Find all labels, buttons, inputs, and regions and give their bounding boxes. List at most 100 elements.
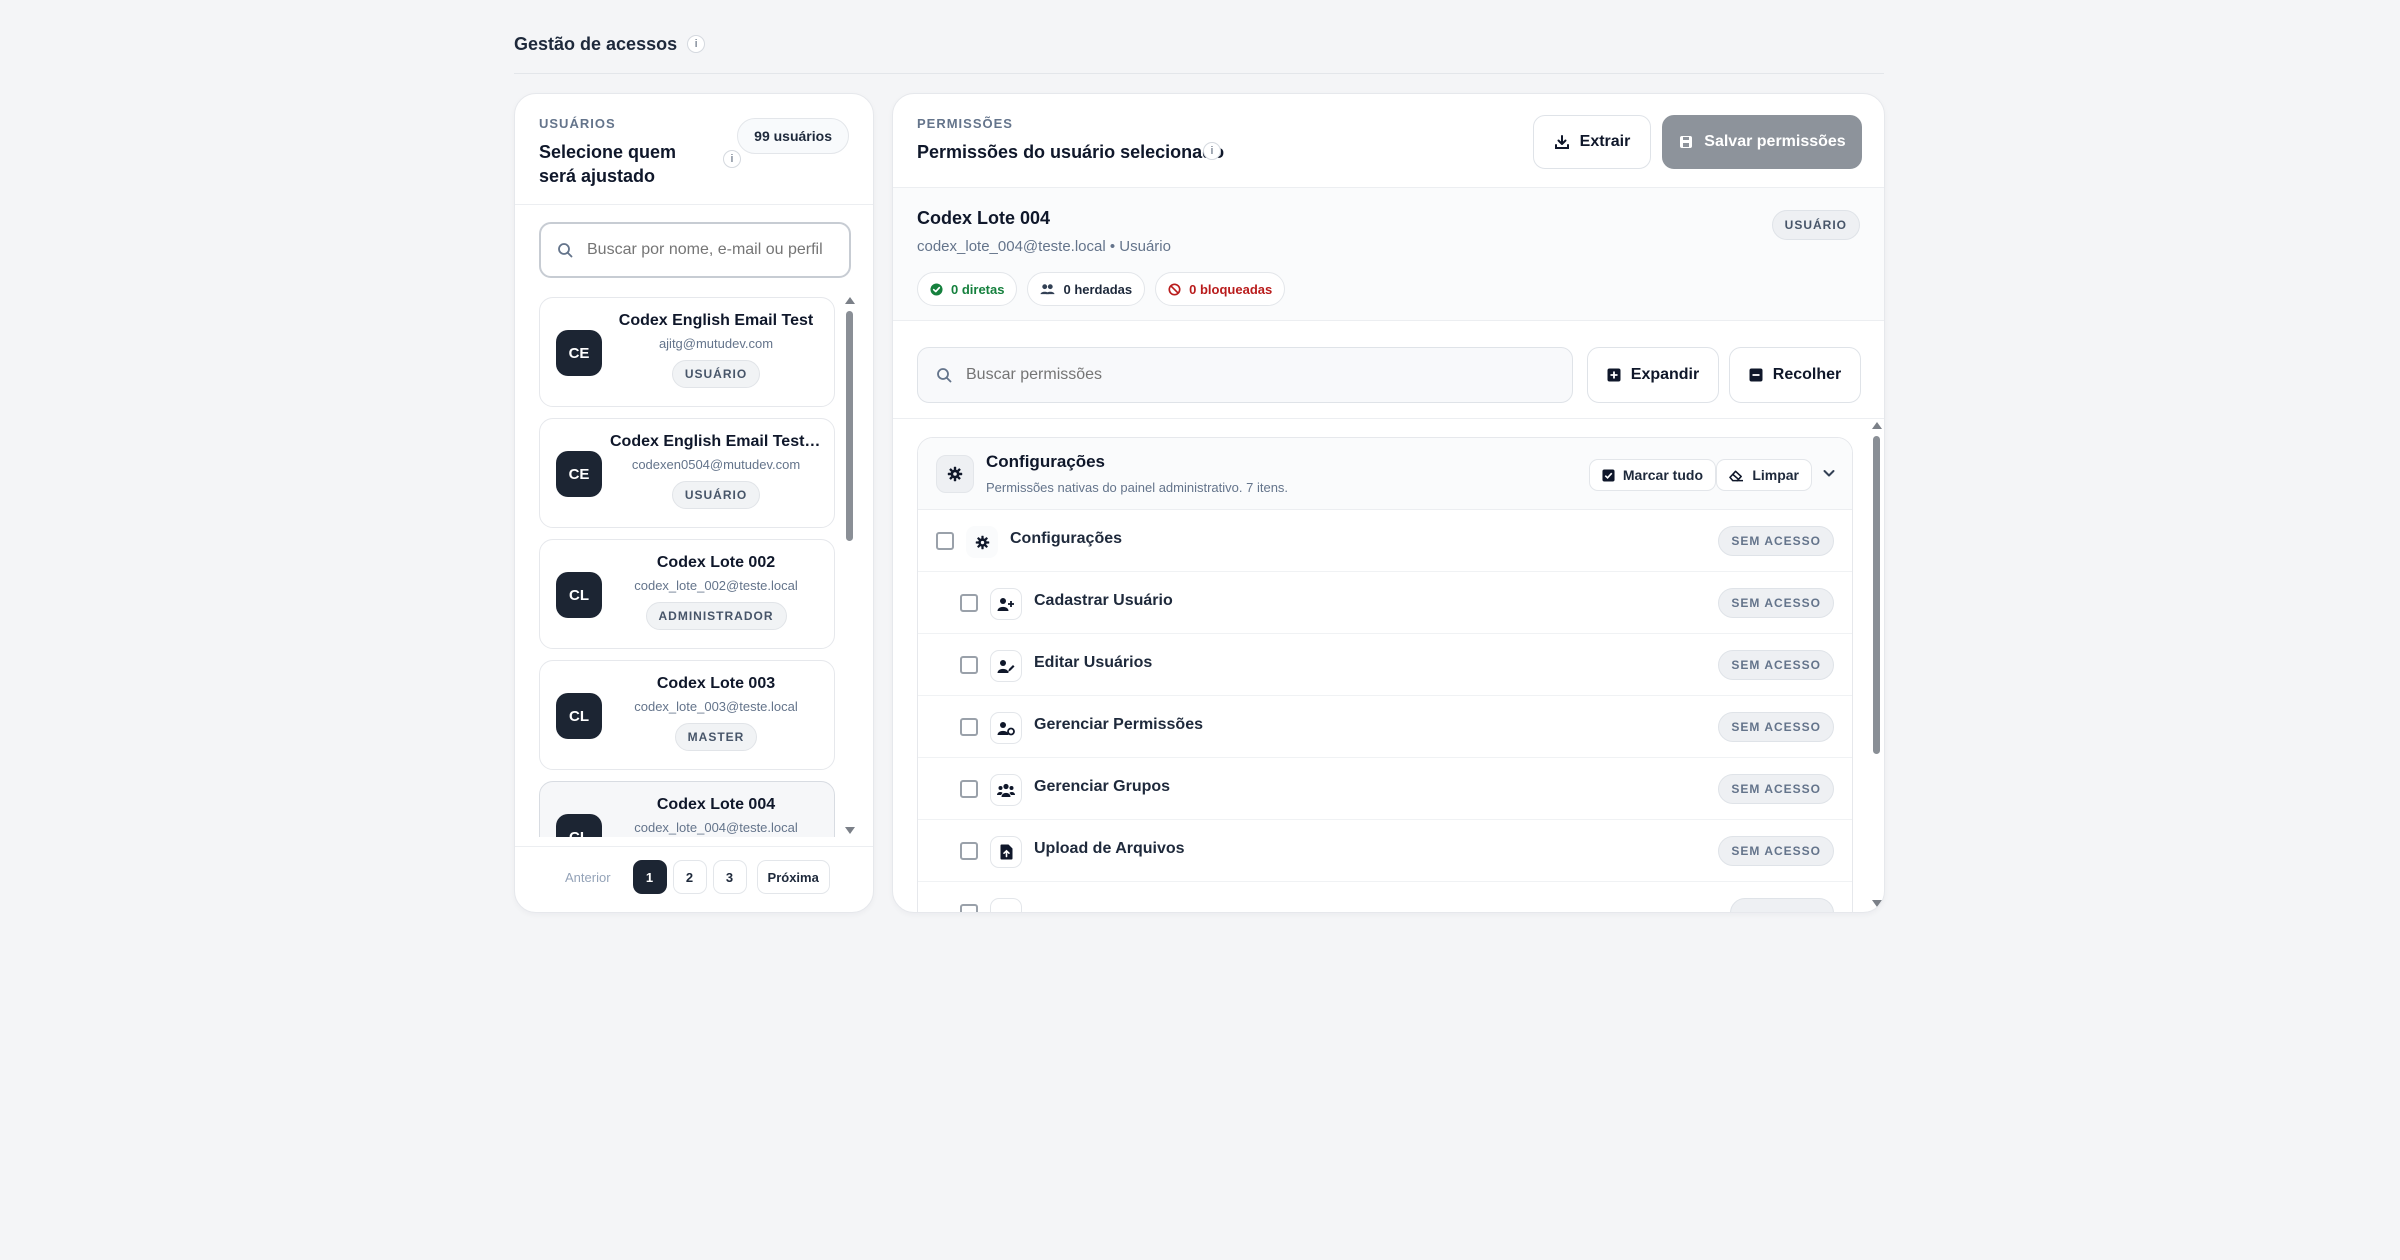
- users-search-field[interactable]: [539, 222, 851, 278]
- extract-button[interactable]: Extrair: [1533, 115, 1651, 169]
- user-email: codex_lote_004@teste.local: [634, 820, 798, 835]
- scroll-thumb[interactable]: [1873, 436, 1880, 754]
- role-badge: MASTER: [674, 723, 758, 751]
- permissions-scrollbar[interactable]: [1871, 422, 1882, 910]
- save-icon: [1680, 136, 1693, 148]
- minus-square-icon: [1749, 368, 1763, 382]
- selected-user-name: Codex Lote 004: [917, 208, 1051, 228]
- permissions-tree: Configurações Permissões nativas do pain…: [917, 437, 1853, 912]
- scroll-down-arrow-icon[interactable]: [845, 827, 855, 834]
- permission-label: Upload de Arquivos: [1034, 840, 1185, 857]
- permission-row[interactable]: Gerenciar Permissões SEM ACESSO: [918, 696, 1852, 758]
- permission-checkbox[interactable]: [960, 594, 978, 612]
- page-info-icon[interactable]: i: [687, 35, 706, 53]
- user-list-item[interactable]: CL Codex Lote 003 codex_lote_003@teste.l…: [539, 660, 835, 770]
- permission-checkbox[interactable]: [960, 656, 978, 674]
- avatar: CE: [556, 451, 602, 497]
- permissions-search-input[interactable]: [966, 366, 1546, 384]
- direct-permissions-stat: 0 diretas: [917, 272, 1018, 306]
- role-badge: USUÁRIO: [671, 481, 761, 509]
- user-email: codex_lote_002@teste.local: [634, 578, 798, 593]
- prev-page-button[interactable]: Anterior: [555, 860, 621, 894]
- search-icon: [937, 368, 952, 383]
- plus-square-icon: [1607, 368, 1621, 382]
- permission-label: Configurações: [1010, 530, 1123, 547]
- users-group-icon: [990, 774, 1022, 806]
- permission-row[interactable]: Gerenciar Grupos SEM ACESSO: [918, 758, 1852, 820]
- user-list-item-selected[interactable]: CL Codex Lote 004 codex_lote_004@teste.l…: [539, 781, 835, 837]
- permission-checkbox[interactable]: [936, 532, 954, 550]
- user-email: codexen0504@mutudev.com: [631, 457, 801, 472]
- role-badge: ADMINISTRADOR: [645, 602, 787, 630]
- save-permissions-button[interactable]: Salvar permissões: [1662, 115, 1862, 169]
- permission-row[interactable]: Editar Usuários SEM ACESSO: [918, 634, 1852, 696]
- user-email: codex_lote_003@teste.local: [634, 699, 798, 714]
- mark-all-label: Marcar tudo: [1622, 467, 1703, 483]
- permissions-search-field[interactable]: [917, 347, 1573, 403]
- checkbox-checked-icon: [1602, 468, 1615, 482]
- permission-checkbox[interactable]: [960, 718, 978, 736]
- permission-row[interactable]: Configurações SEM ACESSO: [918, 510, 1852, 572]
- user-name: Codex English Email Test: [618, 312, 814, 329]
- clear-button[interactable]: Limpar: [1716, 459, 1812, 491]
- collapse-button[interactable]: Recolher: [1729, 347, 1861, 403]
- selected-user-meta: codex_lote_004@teste.local • Usuário: [917, 238, 1171, 255]
- page-title: Gestão de acessos: [514, 34, 678, 54]
- permission-checkbox[interactable]: [960, 904, 978, 912]
- user-name: Codex English Email Test ...: [610, 433, 822, 450]
- permission-row-partial[interactable]: [918, 882, 1852, 912]
- user-name: Codex Lote 004: [656, 796, 776, 813]
- user-list-item[interactable]: CE Codex English Email Test ... codexen0…: [539, 418, 835, 528]
- permissions-eyebrow: PERMISSÕES: [917, 116, 1013, 131]
- permission-row[interactable]: Cadastrar Usuário SEM ACESSO: [918, 572, 1852, 634]
- user-plus-icon: [990, 588, 1022, 620]
- permissions-panel-title: Permissões do usuário selecionado: [917, 142, 1225, 162]
- pagination: Anterior 1 2 3 Próxima: [555, 860, 830, 894]
- users-info-icon[interactable]: i: [723, 150, 741, 168]
- users-icon: [1041, 283, 1055, 294]
- user-edit-icon: [990, 650, 1022, 682]
- eraser-icon: [1729, 470, 1744, 481]
- permission-group-header[interactable]: Configurações Permissões nativas do pain…: [918, 438, 1852, 510]
- permission-row[interactable]: Upload de Arquivos SEM ACESSO: [918, 820, 1852, 882]
- inherited-permissions-stat: 0 herdadas: [1027, 272, 1146, 306]
- access-badge: SEM ACESSO: [1718, 650, 1834, 680]
- permission-checkbox[interactable]: [960, 780, 978, 798]
- user-gear-icon: [990, 712, 1022, 744]
- user-list-item[interactable]: CE Codex English Email Test ajitg@mutude…: [539, 297, 835, 407]
- mark-all-button[interactable]: Marcar tudo: [1588, 459, 1716, 491]
- blocked-stat-label: 0 bloqueadas: [1189, 281, 1273, 297]
- users-search-input[interactable]: [587, 241, 837, 259]
- permissions-info-icon[interactable]: i: [1203, 142, 1221, 160]
- users-panel-header: USUÁRIOS Selecione quem será ajustado i …: [539, 116, 849, 236]
- page-button-3[interactable]: 3: [712, 860, 747, 894]
- pager-divider: [515, 846, 873, 847]
- access-badge: SEM ACESSO: [1718, 588, 1834, 618]
- user-email: ajitg@mutudev.com: [658, 336, 774, 351]
- user-name: Codex Lote 003: [656, 675, 776, 692]
- page-button-1[interactable]: 1: [632, 860, 667, 894]
- next-page-button[interactable]: Próxima: [756, 860, 830, 894]
- row-icon-placeholder: [990, 898, 1022, 912]
- avatar: CE: [556, 330, 602, 376]
- tree-divider: [893, 418, 1884, 419]
- page-button-2[interactable]: 2: [672, 860, 707, 894]
- scroll-up-arrow-icon[interactable]: [1872, 422, 1882, 429]
- permissions-panel: PERMISSÕES Permissões do usuário selecio…: [892, 93, 1885, 913]
- permission-label: Cadastrar Usuário: [1034, 592, 1173, 609]
- check-circle-icon: [930, 282, 943, 296]
- user-list-item[interactable]: CL Codex Lote 002 codex_lote_002@teste.l…: [539, 539, 835, 649]
- expand-button[interactable]: Expandir: [1587, 347, 1719, 403]
- file-upload-icon: [990, 836, 1022, 868]
- scroll-down-arrow-icon[interactable]: [1872, 900, 1882, 907]
- permission-checkbox[interactable]: [960, 842, 978, 860]
- chevron-down-icon[interactable]: [1822, 466, 1836, 480]
- user-list-scrollbar[interactable]: [844, 297, 855, 837]
- scroll-up-arrow-icon[interactable]: [845, 297, 855, 304]
- user-name: Codex Lote 002: [656, 554, 776, 571]
- permission-group: Configurações Permissões nativas do pain…: [917, 437, 1853, 912]
- scroll-thumb[interactable]: [846, 311, 853, 541]
- avatar: CL: [556, 693, 602, 739]
- permission-label: Gerenciar Grupos: [1034, 778, 1171, 795]
- gear-icon: [936, 455, 974, 493]
